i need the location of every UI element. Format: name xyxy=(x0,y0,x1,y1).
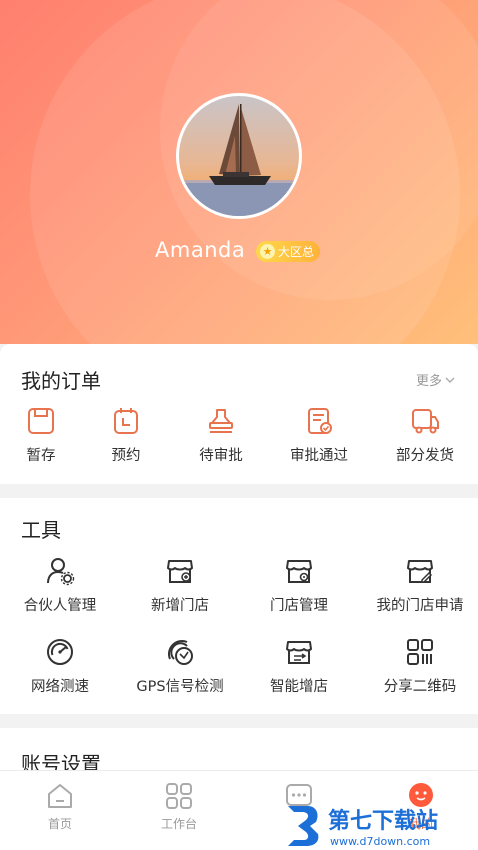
tab-home[interactable]: 首页 xyxy=(40,781,80,832)
tool-network-speed-test[interactable]: 网络测速 xyxy=(14,637,106,696)
order-item-label: 预约 xyxy=(111,448,141,464)
store-apply-icon xyxy=(407,560,433,583)
home-icon xyxy=(48,784,72,808)
tool-label: 新增门店 xyxy=(151,598,209,614)
stamp-icon xyxy=(209,409,233,433)
tool-label: GPS信号检测 xyxy=(136,679,224,695)
gps-signal-icon xyxy=(168,640,193,665)
username: Amanda xyxy=(155,238,246,262)
tool-store-management[interactable]: 门店管理 xyxy=(253,556,345,615)
tool-label: 网络测速 xyxy=(31,679,89,695)
order-item-label: 审批通过 xyxy=(290,448,348,464)
tool-label: 合伙人管理 xyxy=(23,598,97,614)
workbench-icon xyxy=(166,783,192,809)
tool-my-store-application[interactable]: 我的门店申请 xyxy=(366,556,474,615)
watermark-brand: 第七下载站 xyxy=(328,808,438,834)
tool-smart-store-add[interactable]: 智能增店 xyxy=(253,637,345,696)
tool-label: 分享二维码 xyxy=(383,679,457,695)
save-icon xyxy=(28,408,54,434)
order-item-pending-approval[interactable]: 待审批 xyxy=(190,406,252,465)
tab-workbench[interactable]: 工作台 xyxy=(154,781,204,832)
profile-page: Amanda ★ 大区总 我的订单 更多 暂存 预约 待审批 审批通过 部分发货… xyxy=(0,0,478,850)
account-settings-section[interactable]: 账号设置 xyxy=(0,728,478,776)
partner-settings-icon xyxy=(47,558,75,586)
profile-header: Amanda ★ 大区总 xyxy=(0,0,478,344)
order-item-draft[interactable]: 暂存 xyxy=(12,406,70,465)
role-badge-label: 大区总 xyxy=(278,245,315,259)
order-item-label: 待审批 xyxy=(199,448,243,464)
tab-label: 首页 xyxy=(47,817,72,831)
store-add-icon xyxy=(167,560,193,583)
qr-code-icon xyxy=(407,639,433,665)
watermark-logo: 第七下载站 www.d7down.com xyxy=(288,806,438,848)
delivery-icon xyxy=(412,409,439,434)
tab-label: 工作台 xyxy=(160,817,197,831)
tool-gps-signal-check[interactable]: GPS信号检测 xyxy=(130,637,230,696)
tools-section: 工具 合伙人管理 新增门店 门店管理 我的门店申请 网络测速 GPS信号检测 智… xyxy=(0,498,478,714)
order-item-approved[interactable]: 审批通过 xyxy=(284,406,354,465)
orders-title: 我的订单 xyxy=(21,369,101,393)
tool-label: 我的门店申请 xyxy=(376,598,464,614)
tool-partner-management[interactable]: 合伙人管理 xyxy=(14,556,106,615)
role-badge: ★ 大区总 xyxy=(256,241,321,262)
tools-title: 工具 xyxy=(21,518,61,542)
crown-star-icon: ★ xyxy=(260,244,275,259)
avatar[interactable] xyxy=(176,93,302,219)
tool-share-qr-code[interactable]: 分享二维码 xyxy=(372,637,468,696)
order-item-label: 部分发货 xyxy=(396,448,454,464)
smart-store-icon xyxy=(286,641,312,664)
order-item-partial-delivery[interactable]: 部分发货 xyxy=(390,406,460,465)
tool-label: 门店管理 xyxy=(270,598,328,614)
tool-add-store[interactable]: 新增门店 xyxy=(134,556,226,615)
more-label: 更多 xyxy=(415,374,442,389)
store-manage-icon xyxy=(286,560,312,583)
order-item-label: 暂存 xyxy=(26,448,56,464)
orders-section: 我的订单 更多 暂存 预约 待审批 审批通过 部分发货 xyxy=(0,344,478,484)
approved-doc-icon xyxy=(308,408,332,434)
orders-more-link[interactable]: 更多 xyxy=(416,370,456,389)
speedometer-icon xyxy=(47,639,73,665)
order-item-appointment[interactable]: 预约 xyxy=(97,406,155,465)
clock-icon xyxy=(114,408,138,434)
watermark-url: www.d7down.com xyxy=(330,835,430,848)
chevron-down-icon xyxy=(445,377,455,383)
tool-label: 智能增店 xyxy=(270,679,328,695)
